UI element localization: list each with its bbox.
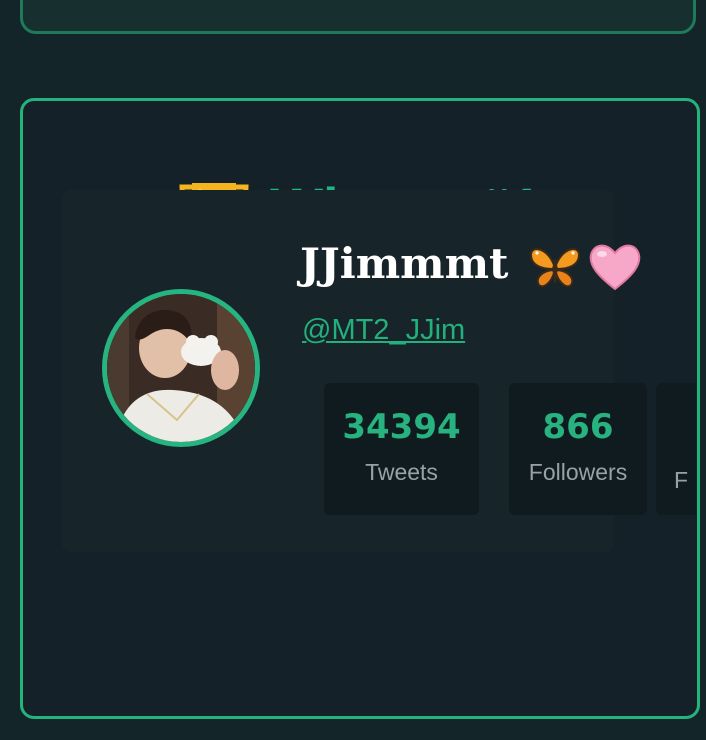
stat-value: 34394 [342, 407, 461, 447]
butterfly-icon [527, 239, 583, 295]
stat-label: Followers [528, 459, 628, 485]
stat-value: 866 [542, 407, 614, 447]
user-name-row: JJimmmt [300, 236, 643, 295]
stat-label: Tweets [365, 459, 438, 485]
previous-card [20, 0, 696, 34]
stat-label: F [674, 467, 689, 493]
avatar [102, 289, 260, 447]
stat-partial: F [656, 383, 696, 515]
user-handle-link[interactable]: @MT2_JJim [302, 312, 465, 348]
pink-heart-icon [587, 239, 643, 295]
stat-tweets: 34394 Tweets [324, 383, 479, 515]
user-display-name: JJimmmt [300, 239, 509, 288]
stat-followers: 866 Followers [509, 383, 647, 515]
